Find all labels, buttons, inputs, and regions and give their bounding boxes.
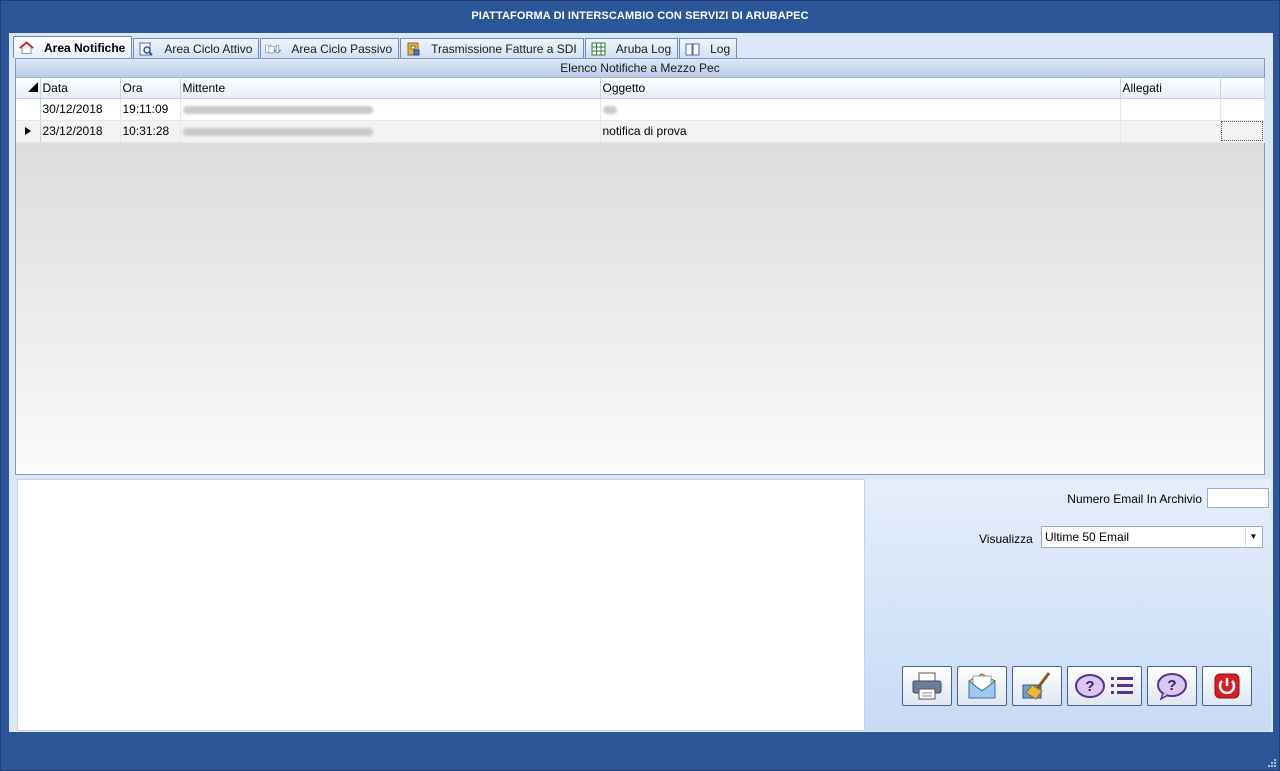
column-header-mittente[interactable]: Mittente xyxy=(180,78,601,99)
cell-data[interactable]: 30/12/2018 xyxy=(40,98,121,121)
resize-grip-icon[interactable] xyxy=(1267,758,1277,768)
archive-icon xyxy=(405,42,422,56)
tab-trasmissione-fatture[interactable]: Trasmissione Fatture a SDI xyxy=(400,38,584,58)
tab-log[interactable]: Log xyxy=(679,38,738,58)
cell-allegati[interactable] xyxy=(1120,120,1221,143)
cell-filler-focused[interactable] xyxy=(1220,120,1265,143)
column-header-allegati[interactable]: Allegati xyxy=(1120,78,1221,99)
column-header-oggetto[interactable]: Oggetto xyxy=(600,78,1121,99)
view-label: Visualizza xyxy=(979,532,1033,546)
documents-arrow-icon xyxy=(265,42,283,56)
tab-area-notifiche[interactable]: Area Notifiche xyxy=(13,36,133,58)
chevron-down-icon[interactable]: ▼ xyxy=(1245,528,1261,546)
power-icon xyxy=(1214,673,1240,699)
printer-icon xyxy=(912,672,942,700)
exit-button[interactable] xyxy=(1202,666,1252,706)
print-button[interactable] xyxy=(902,666,952,706)
cell-oggetto[interactable]: notifica di prova xyxy=(600,120,1121,143)
notifications-panel: Elenco Notifiche a Mezzo Pec Data Ora Mi… xyxy=(15,58,1265,475)
book-icon xyxy=(684,42,701,56)
main-client-area: Area Notifiche Area Ciclo Attivo Area Ci… xyxy=(9,33,1273,732)
help-list-button[interactable]: ? xyxy=(1067,666,1142,706)
grid-header-row: Data Ora Mittente Oggetto Allegati xyxy=(16,78,1265,99)
envelope-icon xyxy=(968,673,996,699)
view-select-value: Ultime 50 Email xyxy=(1045,530,1130,544)
tab-strip: Area Notifiche Area Ciclo Attivo Area Ci… xyxy=(13,36,738,58)
home-icon xyxy=(18,40,35,55)
cell-mittente-redacted[interactable] xyxy=(180,98,601,121)
controls-panel: Numero Email In Archivio Visualizza Ulti… xyxy=(865,479,1271,731)
tab-aruba-log[interactable]: Aruba Log xyxy=(584,38,679,58)
archive-count-field[interactable] xyxy=(1207,488,1269,508)
cell-ora[interactable]: 19:11:09 xyxy=(120,98,181,121)
svg-text:?: ? xyxy=(1085,678,1094,695)
tab-area-ciclo-attivo[interactable]: Area Ciclo Attivo xyxy=(133,38,260,58)
column-header-data[interactable]: Data xyxy=(40,78,121,99)
redacted-subject xyxy=(602,105,617,114)
table-row[interactable]: 30/12/2018 19:11:09 xyxy=(16,98,1265,121)
table-grid-icon xyxy=(590,42,607,56)
select-all-corner[interactable] xyxy=(16,78,41,99)
current-row-arrow-icon xyxy=(24,127,31,135)
redacted-sender xyxy=(182,127,373,136)
corner-triangle-icon xyxy=(27,81,38,92)
message-preview-area[interactable] xyxy=(17,479,865,731)
redacted-sender xyxy=(182,105,373,114)
app-window: PIATTAFORMA DI INTERSCAMBIO CON SERVIZI … xyxy=(0,0,1280,771)
cell-mittente-redacted[interactable] xyxy=(180,120,601,143)
cell-oggetto-redacted[interactable] xyxy=(600,98,1121,121)
table-row-selected[interactable]: 23/12/2018 10:31:28 notifica di prova xyxy=(16,120,1265,143)
document-search-icon xyxy=(138,42,155,56)
status-bar xyxy=(9,735,1273,765)
cell-data[interactable]: 23/12/2018 xyxy=(40,120,121,143)
cell-filler xyxy=(1220,98,1265,121)
notifications-grid[interactable]: Data Ora Mittente Oggetto Allegati 30/12… xyxy=(16,78,1265,143)
help-icon: ? xyxy=(1157,673,1187,701)
view-select[interactable]: Ultime 50 Email ▼ xyxy=(1041,526,1263,548)
row-header-current[interactable] xyxy=(16,120,41,143)
help-list-icon: ? xyxy=(1074,674,1133,698)
grid-caption: Elenco Notifiche a Mezzo Pec xyxy=(16,59,1264,78)
archive-count-label: Numero Email In Archivio xyxy=(1067,492,1202,506)
window-title: PIATTAFORMA DI INTERSCAMBIO CON SERVIZI … xyxy=(471,10,809,22)
svg-text:?: ? xyxy=(1167,677,1176,694)
row-header[interactable] xyxy=(16,98,41,121)
broom-icon xyxy=(1022,672,1051,700)
clean-button[interactable] xyxy=(1012,666,1062,706)
column-header-ora[interactable]: Ora xyxy=(120,78,181,99)
column-header-filler xyxy=(1220,78,1265,99)
cell-allegati[interactable] xyxy=(1120,98,1221,121)
help-button[interactable]: ? xyxy=(1147,666,1197,706)
tab-area-ciclo-passivo[interactable]: Area Ciclo Passivo xyxy=(260,38,400,58)
cell-ora[interactable]: 10:31:28 xyxy=(120,120,181,143)
email-button[interactable] xyxy=(957,666,1007,706)
